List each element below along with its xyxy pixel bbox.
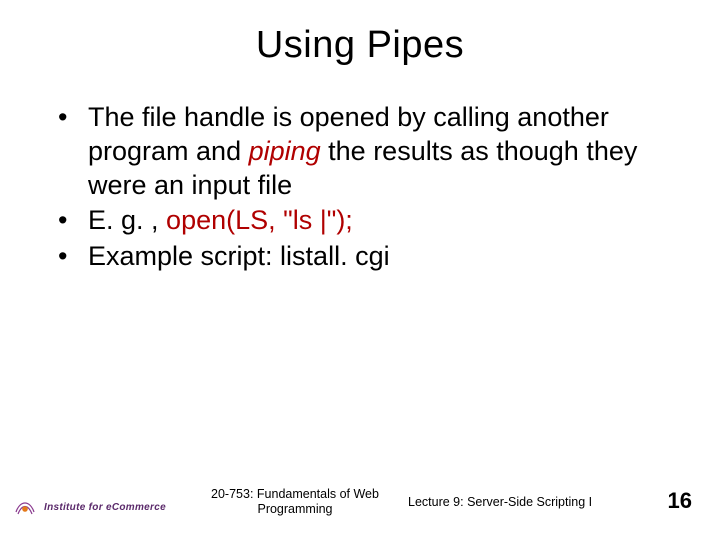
footer-course: 20-753: Fundamentals of Web Programming <box>210 487 380 516</box>
footer: Institute for eCommerce 20-753: Fundamen… <box>0 478 720 526</box>
bullet-1-emph: piping <box>249 136 321 166</box>
bullet-2-text-a: E. g. , <box>88 205 166 235</box>
bullet-list: The file handle is opened by calling ano… <box>58 101 670 274</box>
footer-lecture: Lecture 9: Server-Side Scripting I <box>408 495 592 509</box>
footer-logo-text: Institute for eCommerce <box>44 502 166 513</box>
slide-content: The file handle is opened by calling ano… <box>40 101 680 274</box>
bullet-2-code: open(LS, "ls |"); <box>166 205 353 235</box>
bullet-3: Example script: listall. cgi <box>58 240 670 274</box>
footer-logo: Institute for eCommerce <box>12 494 166 520</box>
bullet-1: The file handle is opened by calling ano… <box>58 101 670 202</box>
page-number: 16 <box>668 488 692 514</box>
slide-title: Using Pipes <box>40 24 680 67</box>
slide: Using Pipes The file handle is opened by… <box>0 0 720 540</box>
bullet-2: E. g. , open(LS, "ls |"); <box>58 204 670 238</box>
logo-icon <box>12 494 38 520</box>
